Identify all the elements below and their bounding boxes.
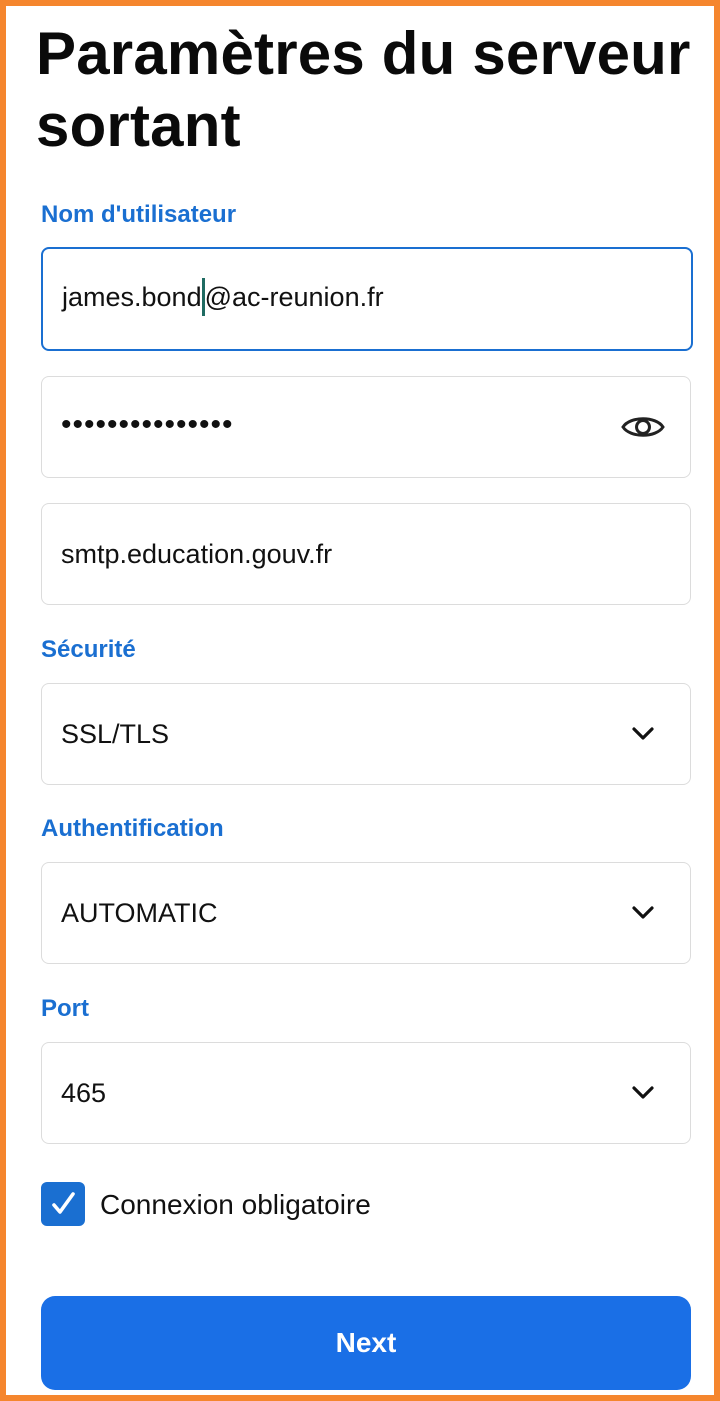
port-label: Port	[41, 995, 89, 1022]
login-required-checkbox[interactable]	[41, 1182, 85, 1226]
eye-icon[interactable]	[620, 407, 666, 447]
authentication-value: AUTOMATIC	[61, 897, 218, 928]
password-field[interactable]: •••••••••••••••	[41, 376, 691, 478]
port-select[interactable]: 465	[41, 1042, 691, 1144]
security-value: SSL/TLS	[61, 718, 170, 749]
chevron-down-icon	[620, 893, 666, 933]
password-value: •••••••••••••••	[61, 408, 234, 441]
checkmark-icon	[52, 1192, 75, 1214]
security-select[interactable]: SSL/TLS	[41, 683, 691, 785]
username-label: Nom d'utilisateur	[41, 201, 237, 228]
username-value: james.bond @ac-reunion.fr	[62, 278, 667, 320]
security-label: Sécurité	[41, 636, 136, 663]
server-value: smtp.education.gouv.fr	[61, 538, 333, 569]
login-required-label[interactable]: Connexion obligatoire	[100, 1188, 371, 1222]
server-field[interactable]: smtp.education.gouv.fr	[41, 503, 691, 605]
screen-frame: Paramètres du serveur sortant Nom d'util…	[0, 0, 720, 1401]
authentication-label: Authentification	[41, 815, 224, 842]
authentication-select[interactable]: AUTOMATIC	[41, 862, 691, 964]
page-title: Paramètres du serveur sortant	[36, 20, 691, 159]
port-value: 465	[61, 1077, 107, 1108]
chevron-down-icon	[620, 1073, 666, 1113]
username-field[interactable]: james.bond @ac-reunion.fr	[41, 247, 693, 351]
chevron-down-icon	[620, 714, 666, 754]
next-button[interactable]: Next	[41, 1296, 691, 1390]
